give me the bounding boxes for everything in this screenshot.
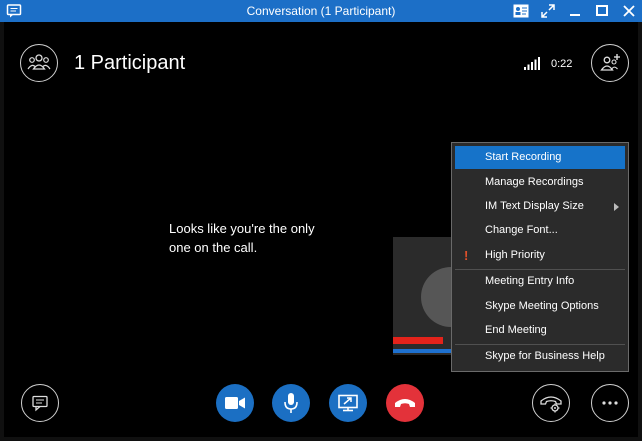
menu-item-start-recording[interactable]: Start Recording [455,146,625,169]
participants-button[interactable] [20,44,58,82]
minimize-icon [570,14,580,16]
microphone-icon [284,393,298,413]
close-button[interactable] [616,0,642,22]
menu-item-label: IM Text Display Size [485,200,584,212]
hang-up-icon [395,399,415,407]
menu-item-label: Manage Recordings [485,176,584,188]
more-options-icon [602,401,618,405]
minimize-button[interactable] [562,0,588,22]
present-button[interactable] [329,384,367,422]
menu-item-high-priority[interactable]: ! High Priority [455,244,625,267]
window-frame-right [638,22,642,441]
close-icon [623,5,635,17]
menu-item-manage-recordings[interactable]: Manage Recordings [455,171,625,194]
signal-strength-icon [524,57,540,70]
menu-item-label: Start Recording [485,151,562,163]
video-camera-icon [225,397,245,409]
menu-item-label: Change Font... [485,224,558,236]
submenu-arrow-icon [614,203,619,211]
contact-card-button[interactable] [508,0,534,22]
self-video-preview [393,237,453,355]
menu-item-skype-meeting-options[interactable]: Skype Meeting Options [455,295,625,318]
video-button[interactable] [216,384,254,422]
mute-button[interactable] [272,384,310,422]
maximize-button[interactable] [589,0,615,22]
add-people-icon [600,54,620,71]
call-controls-button[interactable] [532,384,570,422]
menu-item-label: Meeting Entry Info [485,275,575,287]
present-screen-icon [338,394,358,412]
menu-item-end-meeting[interactable]: End Meeting [455,319,625,342]
menu-item-im-text-display-size[interactable]: IM Text Display Size [455,195,625,218]
end-call-button[interactable] [386,384,424,422]
menu-item-skype-help[interactable]: Skype for Business Help [455,345,625,368]
alone-message: Looks like you're the only one on the ca… [169,219,369,257]
maximize-icon [596,5,608,16]
alone-message-line1: Looks like you're the only [169,221,315,236]
alone-message-line2: one on the call. [169,240,258,255]
menu-item-label: End Meeting [485,324,547,336]
window-frame-bottom [0,437,642,441]
priority-exclamation-icon: ! [464,248,469,263]
contact-card-icon [513,4,529,18]
preview-accent-bar [393,349,453,353]
menu-item-label: Skype Meeting Options [485,300,599,312]
menu-item-label: High Priority [485,249,545,261]
expand-icon [541,4,555,18]
participants-title: 1 Participant [74,52,186,74]
menu-item-label: Skype for Business Help [485,350,605,362]
avatar [421,267,453,327]
more-options-button[interactable] [591,384,629,422]
chat-icon [32,395,48,412]
call-timer: 0:22 [551,58,573,70]
im-button[interactable] [21,384,59,422]
preview-status-bar [393,337,443,344]
menu-item-meeting-entry-info[interactable]: Meeting Entry Info [455,270,625,293]
menu-item-change-font[interactable]: Change Font... [455,219,625,242]
people-icon [27,54,51,70]
add-participant-button[interactable] [591,44,629,82]
title-bar: Conversation (1 Participant) [0,0,642,22]
phone-gear-icon [540,396,562,413]
fullscreen-button[interactable] [535,0,561,22]
more-options-menu: Start Recording Manage Recordings IM Tex… [451,142,629,372]
